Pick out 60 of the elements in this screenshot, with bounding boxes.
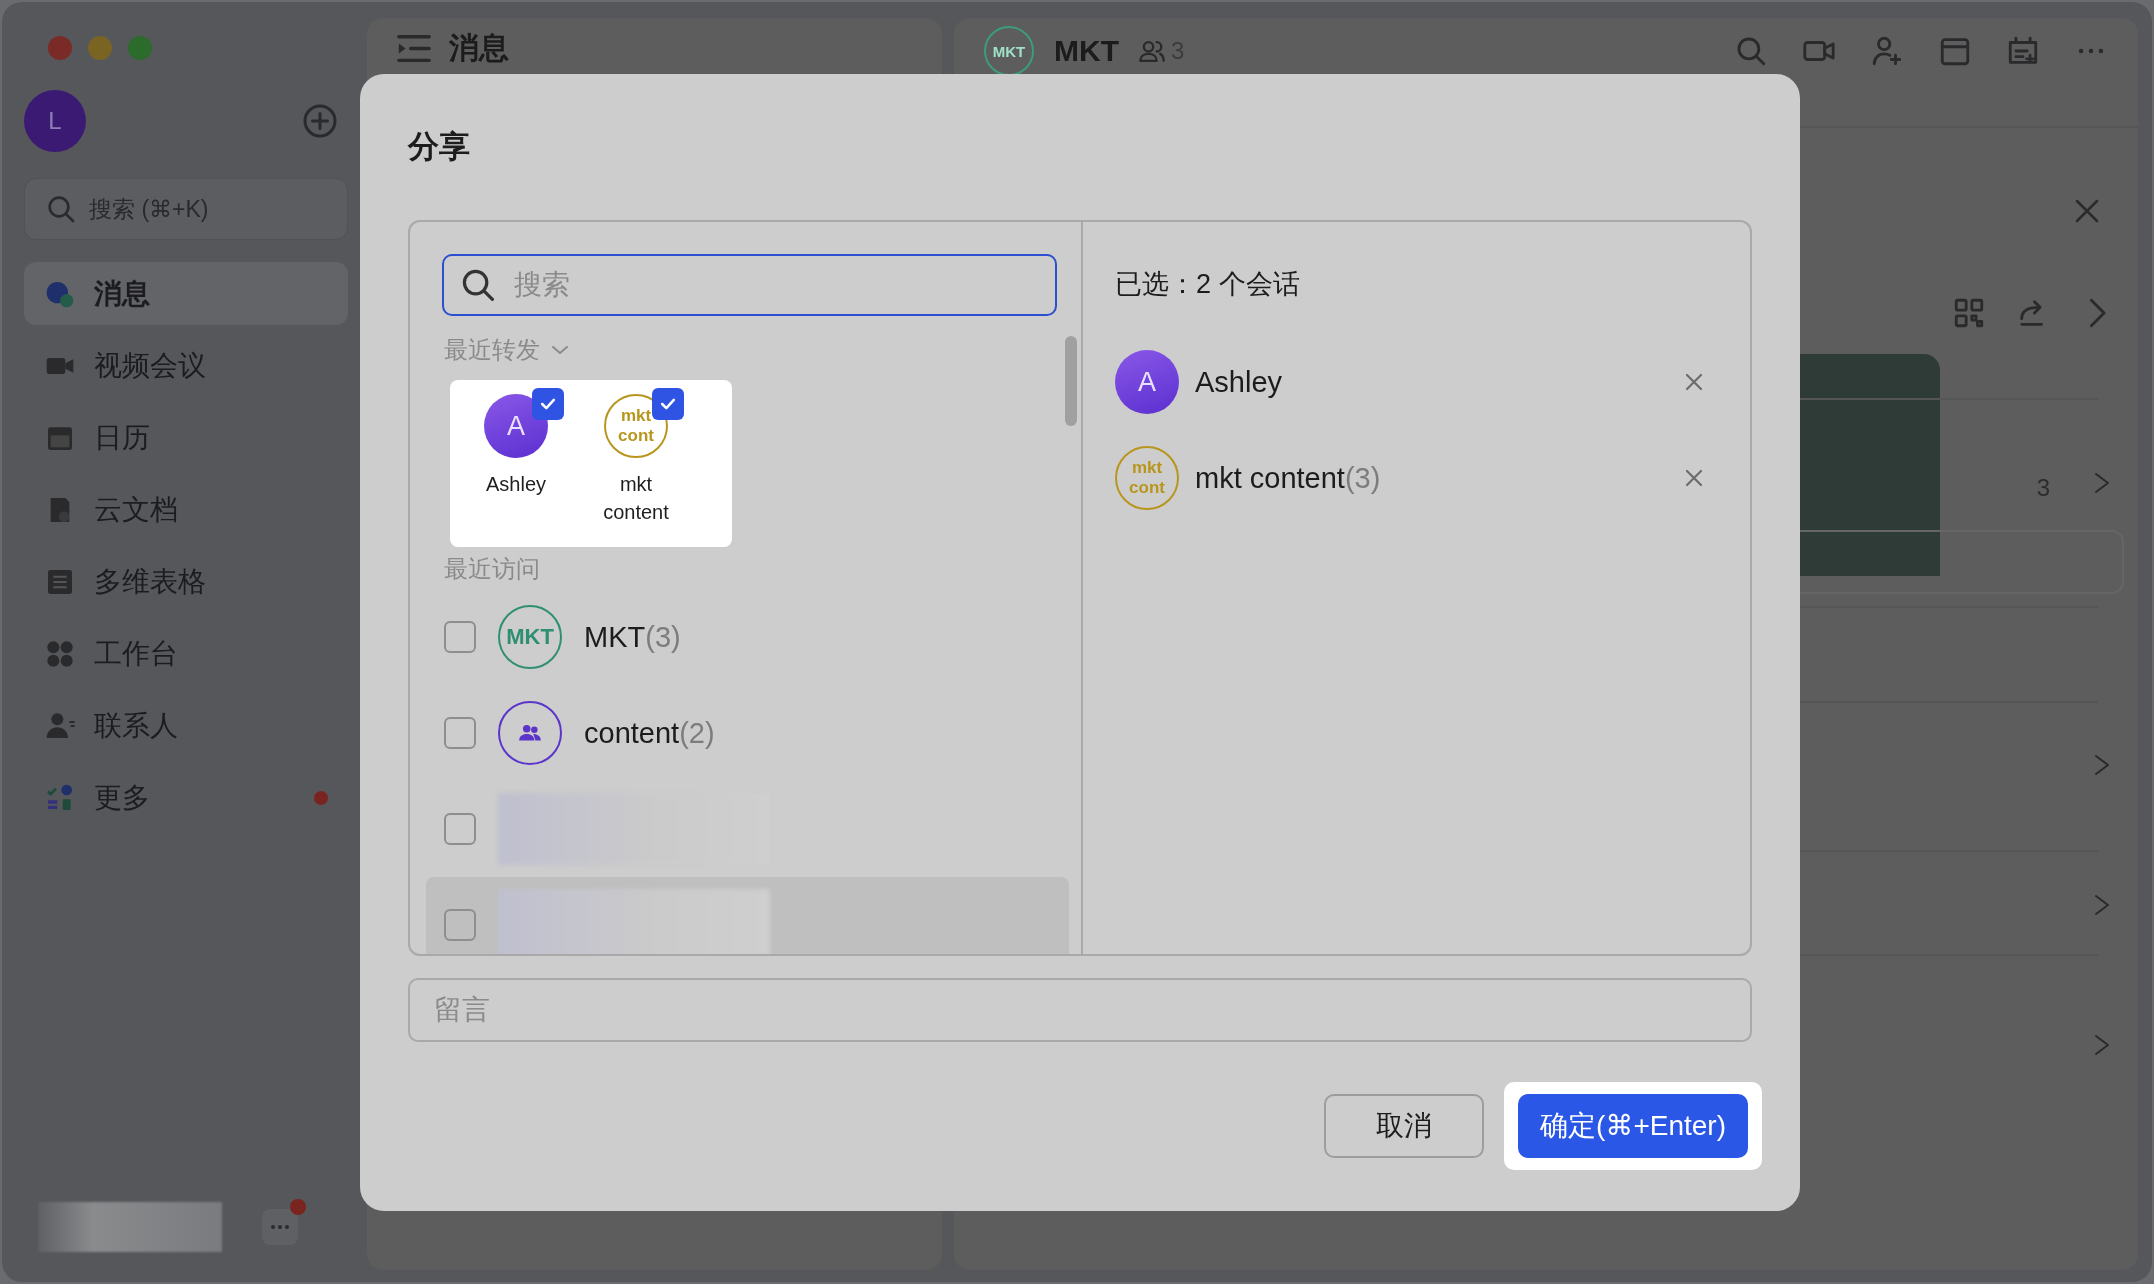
checkbox[interactable] <box>532 388 564 420</box>
sidebar-item-label: 联系人 <box>94 708 179 743</box>
section-label: 最近转发 <box>444 335 540 365</box>
dialog-title: 分享 <box>408 128 471 166</box>
add-person-icon[interactable] <box>1870 34 1904 68</box>
sidebar-item[interactable]: 多维表格 <box>24 550 348 613</box>
chat-title: MKT <box>1054 33 1119 69</box>
chat-name: MKT <box>584 620 646 654</box>
list-row[interactable]: content(2) <box>426 685 1069 781</box>
section-label: 最近访问 <box>444 554 541 584</box>
scrollbar[interactable] <box>1065 336 1077 426</box>
sidebar-item-label: 多维表格 <box>94 564 207 599</box>
close-window-button[interactable] <box>48 36 72 60</box>
qr-code-icon[interactable] <box>1952 296 1986 330</box>
sidebar-item-label: 消息 <box>94 276 151 311</box>
sidebar-item-label: 日历 <box>94 420 151 455</box>
selected-count-label: 已选：2 个会话 <box>1115 268 1301 301</box>
search-field[interactable]: 搜索 <box>442 254 1057 316</box>
sidebar-item[interactable]: 云文档 <box>24 478 348 541</box>
sidebar-item[interactable]: 视频会议 <box>24 334 348 397</box>
user-avatar[interactable]: L <box>24 90 86 152</box>
sidebar-item-label: 视频会议 <box>94 348 207 383</box>
sidebar-item-label: 工作台 <box>94 636 179 671</box>
minimize-window-button[interactable] <box>88 36 112 60</box>
contact-name: Ashley <box>1195 365 1284 399</box>
contact-name: mkt content <box>602 472 670 525</box>
sidebar-item[interactable]: 日历 <box>24 406 348 469</box>
cancel-button[interactable]: 取消 <box>1324 1094 1485 1158</box>
contact-name: Ashley <box>485 472 547 497</box>
add-circle-icon[interactable] <box>302 103 338 139</box>
search-icon <box>45 193 77 225</box>
avatar: A <box>484 394 548 458</box>
sidebar-item[interactable]: 消息 <box>24 262 348 325</box>
avatar: mkt cont <box>1115 446 1179 510</box>
message-field[interactable]: 留言 <box>408 978 1752 1042</box>
sidebar-item[interactable]: 更多 <box>24 766 348 829</box>
sidebar-item[interactable]: 工作台 <box>24 622 348 685</box>
member-count: (3) <box>645 620 681 654</box>
list-row[interactable] <box>426 877 1069 954</box>
confirm-button[interactable]: 确定(⌘+Enter) <box>1518 1094 1748 1158</box>
checkbox[interactable] <box>444 813 476 845</box>
checkbox[interactable] <box>444 909 476 941</box>
sidebar-item-label: 更多 <box>94 780 151 815</box>
ellipsis-icon <box>270 1225 290 1229</box>
avatar: A <box>1115 350 1179 414</box>
checkbox[interactable] <box>444 621 476 653</box>
sidebar-item-label: 云文档 <box>94 492 179 527</box>
contact-name: mkt content(3) <box>1195 461 1382 495</box>
sidebar-item[interactable]: 联系人 <box>24 694 348 757</box>
avatar: MKT <box>498 605 562 669</box>
checkbox[interactable] <box>444 717 476 749</box>
more-button[interactable] <box>262 1209 298 1245</box>
checkbox[interactable] <box>652 388 684 420</box>
member-count: (2) <box>679 716 715 750</box>
list-toggle-icon <box>397 34 431 62</box>
list-row[interactable]: MKT MKT(3) <box>426 589 1069 685</box>
chat-name: content <box>584 716 680 750</box>
members-icon <box>1139 40 1165 62</box>
panel-title: 消息 <box>449 30 509 66</box>
search-icon <box>462 269 494 301</box>
